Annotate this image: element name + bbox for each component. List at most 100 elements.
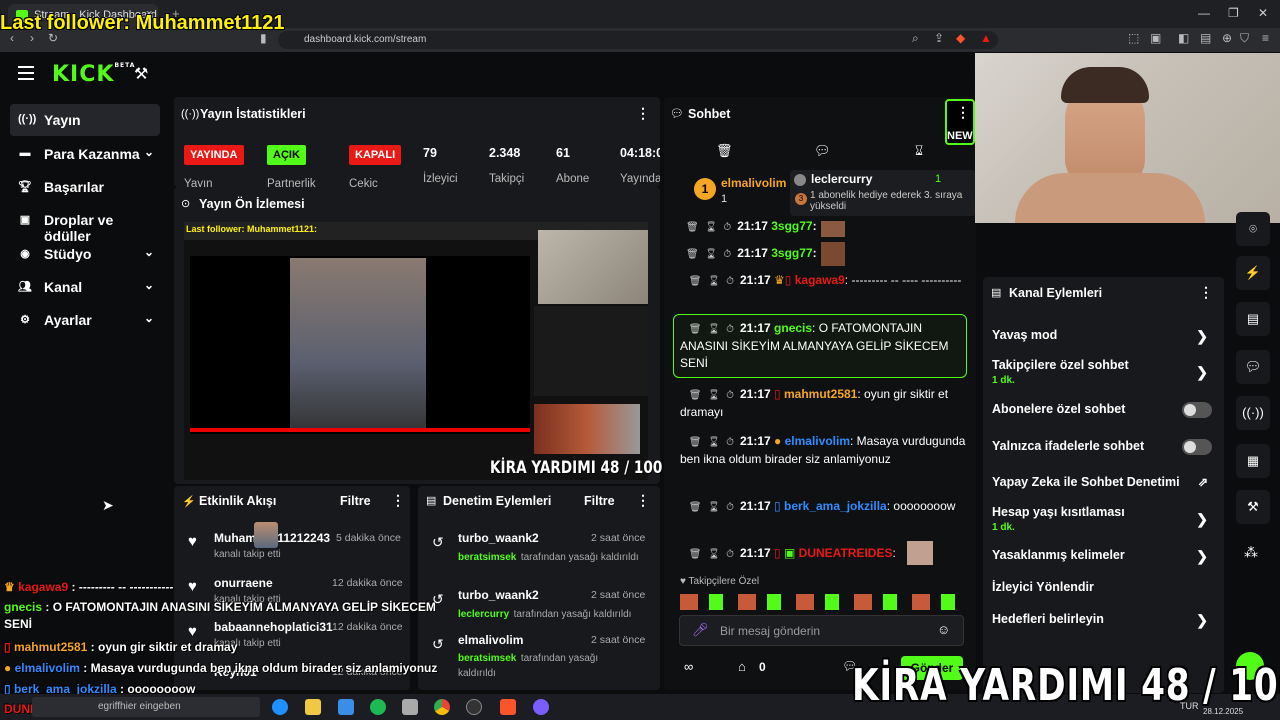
moderation-filter-button[interactable]: Filtre bbox=[584, 494, 615, 508]
emote-bar[interactable] bbox=[680, 594, 964, 610]
subscribers-only-toggle[interactable] bbox=[1182, 402, 1212, 418]
brave-shield-icon[interactable]: ◆ bbox=[956, 31, 965, 45]
hamburger-icon[interactable] bbox=[18, 66, 34, 80]
kick-logo[interactable]: KICKBETA bbox=[52, 62, 135, 87]
mod-actions-icon[interactable]: 🗑︎⌛︎⏱ bbox=[686, 249, 737, 260]
camera-button[interactable]: ⌾ bbox=[1236, 212, 1270, 246]
spotify-icon[interactable] bbox=[370, 699, 386, 715]
bits-icon[interactable]: ∞ bbox=[684, 659, 693, 674]
activity-item-name[interactable]: onurraene bbox=[214, 576, 273, 590]
taskbar-search[interactable]: egriffhier eingeben bbox=[32, 697, 260, 717]
stream-preview-video[interactable]: Last follower: Muhammet1121: KİRA YARDIM… bbox=[184, 222, 662, 480]
shield-icon[interactable]: ⛉ bbox=[1240, 31, 1249, 46]
close-window-icon[interactable]: ✕ bbox=[1258, 6, 1268, 20]
chat-message[interactable]: 🗑︎⌛︎⏱21:17 ● elmalivolim: Masaya vurdugu… bbox=[680, 433, 966, 468]
emoji-icon[interactable]: ☺ bbox=[937, 622, 950, 637]
sidebar-item-studyo[interactable]: ◉ Stüdyo ⌄ bbox=[10, 238, 160, 270]
calculator-icon[interactable] bbox=[402, 699, 418, 715]
sidebar-item-kanal[interactable]: 👥︎ Kanal ⌄ bbox=[10, 271, 160, 303]
mod-actions-icon[interactable]: 🗑︎⌛︎⏱ bbox=[686, 222, 737, 233]
emotes-only-row[interactable]: Yalnızca ifadelerle sohbet bbox=[992, 439, 1212, 457]
activity-filter-button[interactable]: Filtre bbox=[340, 494, 371, 508]
share-icon[interactable]: ⇪ bbox=[934, 31, 944, 45]
notes-button[interactable]: ▤ bbox=[1236, 302, 1270, 336]
mod-actions-icon[interactable]: 🗑︎⌛︎⏱ bbox=[680, 324, 740, 335]
extensions-icon[interactable]: ⬚ bbox=[1128, 31, 1139, 45]
moderation-item-user[interactable]: turbo_waank2 bbox=[458, 531, 539, 545]
ai-moderation-row[interactable]: Yapay Zeka ile Sohbet Denetimi ⇗ bbox=[992, 475, 1212, 493]
channel-actions-menu-icon[interactable]: ⋮ bbox=[1199, 284, 1213, 301]
chrome-icon[interactable] bbox=[434, 699, 450, 715]
chat-message[interactable]: 🗑︎⌛︎⏱21:17 ▯ ▣ DUNEATREIDES: bbox=[680, 545, 910, 563]
moderation-menu-icon[interactable]: ⋮ bbox=[636, 492, 650, 509]
activity-menu-icon[interactable]: ⋮ bbox=[391, 492, 405, 509]
banned-words-row[interactable]: Yasaklanmış kelimeler ❯ bbox=[992, 548, 1212, 566]
mod-actions-icon[interactable]: 🗑︎⌛︎⏱ bbox=[680, 390, 740, 401]
message-user[interactable]: kagawa9 bbox=[795, 273, 845, 287]
mod-actions-icon[interactable]: 🗑︎⌛︎⏱ bbox=[680, 276, 740, 287]
message-user[interactable]: gnecis bbox=[774, 321, 812, 335]
url-input[interactable]: dashboard.kick.com/stream bbox=[278, 31, 998, 49]
message-user[interactable]: berk_ama_jokzilla bbox=[784, 499, 887, 513]
mod-actions-icon[interactable]: 🗑︎⌛︎⏱ bbox=[680, 502, 740, 513]
moderator-name[interactable]: leclercurry bbox=[458, 609, 509, 620]
mod-actions-icon[interactable]: 🗑︎⌛︎⏱ bbox=[680, 437, 740, 448]
gift-user[interactable]: leclercurry bbox=[811, 172, 872, 186]
trash-icon[interactable]: 🗑︎ bbox=[716, 143, 733, 159]
wallet-icon[interactable]: ▤ bbox=[1200, 31, 1211, 45]
sidebar-toggle-icon[interactable]: ◧ bbox=[1178, 31, 1189, 45]
lightning-button[interactable]: ⚡ bbox=[1236, 256, 1270, 290]
store-icon[interactable]: ⌂ bbox=[738, 659, 746, 674]
maximize-icon[interactable]: ❐ bbox=[1228, 6, 1239, 20]
emotes-only-toggle[interactable] bbox=[1182, 439, 1212, 455]
stats-menu-icon[interactable]: ⋮ bbox=[636, 105, 650, 122]
sidebar-item-yayin[interactable]: ((·)) Yayın bbox=[10, 104, 160, 136]
moderator-name[interactable]: beratsimsek bbox=[458, 653, 516, 664]
brave-icon[interactable] bbox=[500, 699, 516, 715]
broadcast-button[interactable]: ((·)) bbox=[1236, 396, 1270, 430]
hourglass-icon[interactable]: ⌛︎ bbox=[915, 143, 923, 159]
sidebar-item-droplar[interactable]: ▣ Droplar ve ödüller bbox=[10, 204, 160, 244]
menu-icon[interactable]: ≡ bbox=[1262, 31, 1269, 45]
screenshot-icon[interactable]: ▣ bbox=[1150, 31, 1161, 45]
moderation-item-user[interactable]: elmalivolim bbox=[458, 633, 523, 647]
store-app-icon[interactable] bbox=[338, 699, 354, 715]
discord-icon[interactable] bbox=[533, 699, 549, 715]
tools-button[interactable]: ⚒ bbox=[1236, 490, 1270, 524]
chat-button[interactable]: 💬︎ bbox=[1236, 350, 1270, 384]
apps-icon[interactable]: ⁂ bbox=[1244, 544, 1258, 561]
raid-row[interactable]: İzleyici Yönlendir bbox=[992, 580, 1212, 598]
message-user[interactable]: 3sgg77 bbox=[771, 246, 812, 260]
edge-icon[interactable] bbox=[272, 699, 288, 715]
vpn-icon[interactable]: ⊕ bbox=[1222, 31, 1232, 45]
sidebar-item-basarilar[interactable]: 🏆︎ Başarılar bbox=[10, 171, 160, 203]
tools-icon[interactable]: ⚒ bbox=[134, 64, 148, 84]
chat-message[interactable]: 🗑︎⌛︎⏱21:17 ▯ berk_ama_jokzilla: oooooooo… bbox=[680, 498, 966, 516]
zoom-icon[interactable]: ⌕ bbox=[912, 31, 919, 46]
account-age-row[interactable]: Hesap yaşı kısıtlaması 1 dk. ❯ bbox=[992, 505, 1212, 537]
chat-message-highlighted[interactable]: 🗑︎⌛︎⏱21:17 gnecis: O FATOMONTAJIN ANASIN… bbox=[680, 320, 962, 372]
moderation-item-user[interactable]: turbo_waank2 bbox=[458, 588, 539, 602]
top-gifter-name[interactable]: elmalivolim bbox=[721, 176, 786, 190]
message-user[interactable]: mahmut2581 bbox=[784, 387, 857, 401]
activity-item-name[interactable]: babaannehoplatici31 bbox=[214, 620, 333, 634]
explorer-icon[interactable] bbox=[305, 699, 321, 715]
minimize-icon[interactable]: — bbox=[1198, 6, 1210, 20]
obs-icon[interactable] bbox=[466, 699, 482, 715]
message-user[interactable]: elmalivolim bbox=[785, 434, 850, 448]
subscribers-only-row[interactable]: Abonelere özel sohbet bbox=[992, 402, 1212, 420]
chat-icon[interactable]: 💬︎ bbox=[814, 143, 831, 159]
mic-icon[interactable]: 🎤︎ bbox=[692, 622, 709, 638]
goals-row[interactable]: Hedefleri belirleyin ❯ bbox=[992, 612, 1212, 630]
followers-only-row[interactable]: Takipçilere özel sohbet 1 dk. ❯ bbox=[992, 358, 1212, 390]
chat-message[interactable]: 🗑︎⌛︎⏱21:17 ▯ mahmut2581: oyun gir siktir… bbox=[680, 386, 966, 421]
message-user[interactable]: 3sgg77 bbox=[771, 219, 812, 233]
chat-message[interactable]: 🗑︎⌛︎⏱21:17 ♛▯ kagawa9: --------- -- ----… bbox=[680, 272, 966, 290]
moderator-name[interactable]: beratsimsek bbox=[458, 552, 516, 563]
mod-actions-icon[interactable]: 🗑︎⌛︎⏱ bbox=[680, 549, 740, 560]
sidebar-item-ayarlar[interactable]: ⚙ Ayarlar ⌄ bbox=[10, 304, 160, 336]
brave-rewards-icon[interactable]: ▲ bbox=[980, 31, 992, 45]
layout-button[interactable]: ▦ bbox=[1236, 444, 1270, 478]
slow-mode-row[interactable]: Yavaş mod ❯ bbox=[992, 328, 1212, 348]
message-user[interactable]: DUNEATREIDES bbox=[799, 546, 893, 560]
